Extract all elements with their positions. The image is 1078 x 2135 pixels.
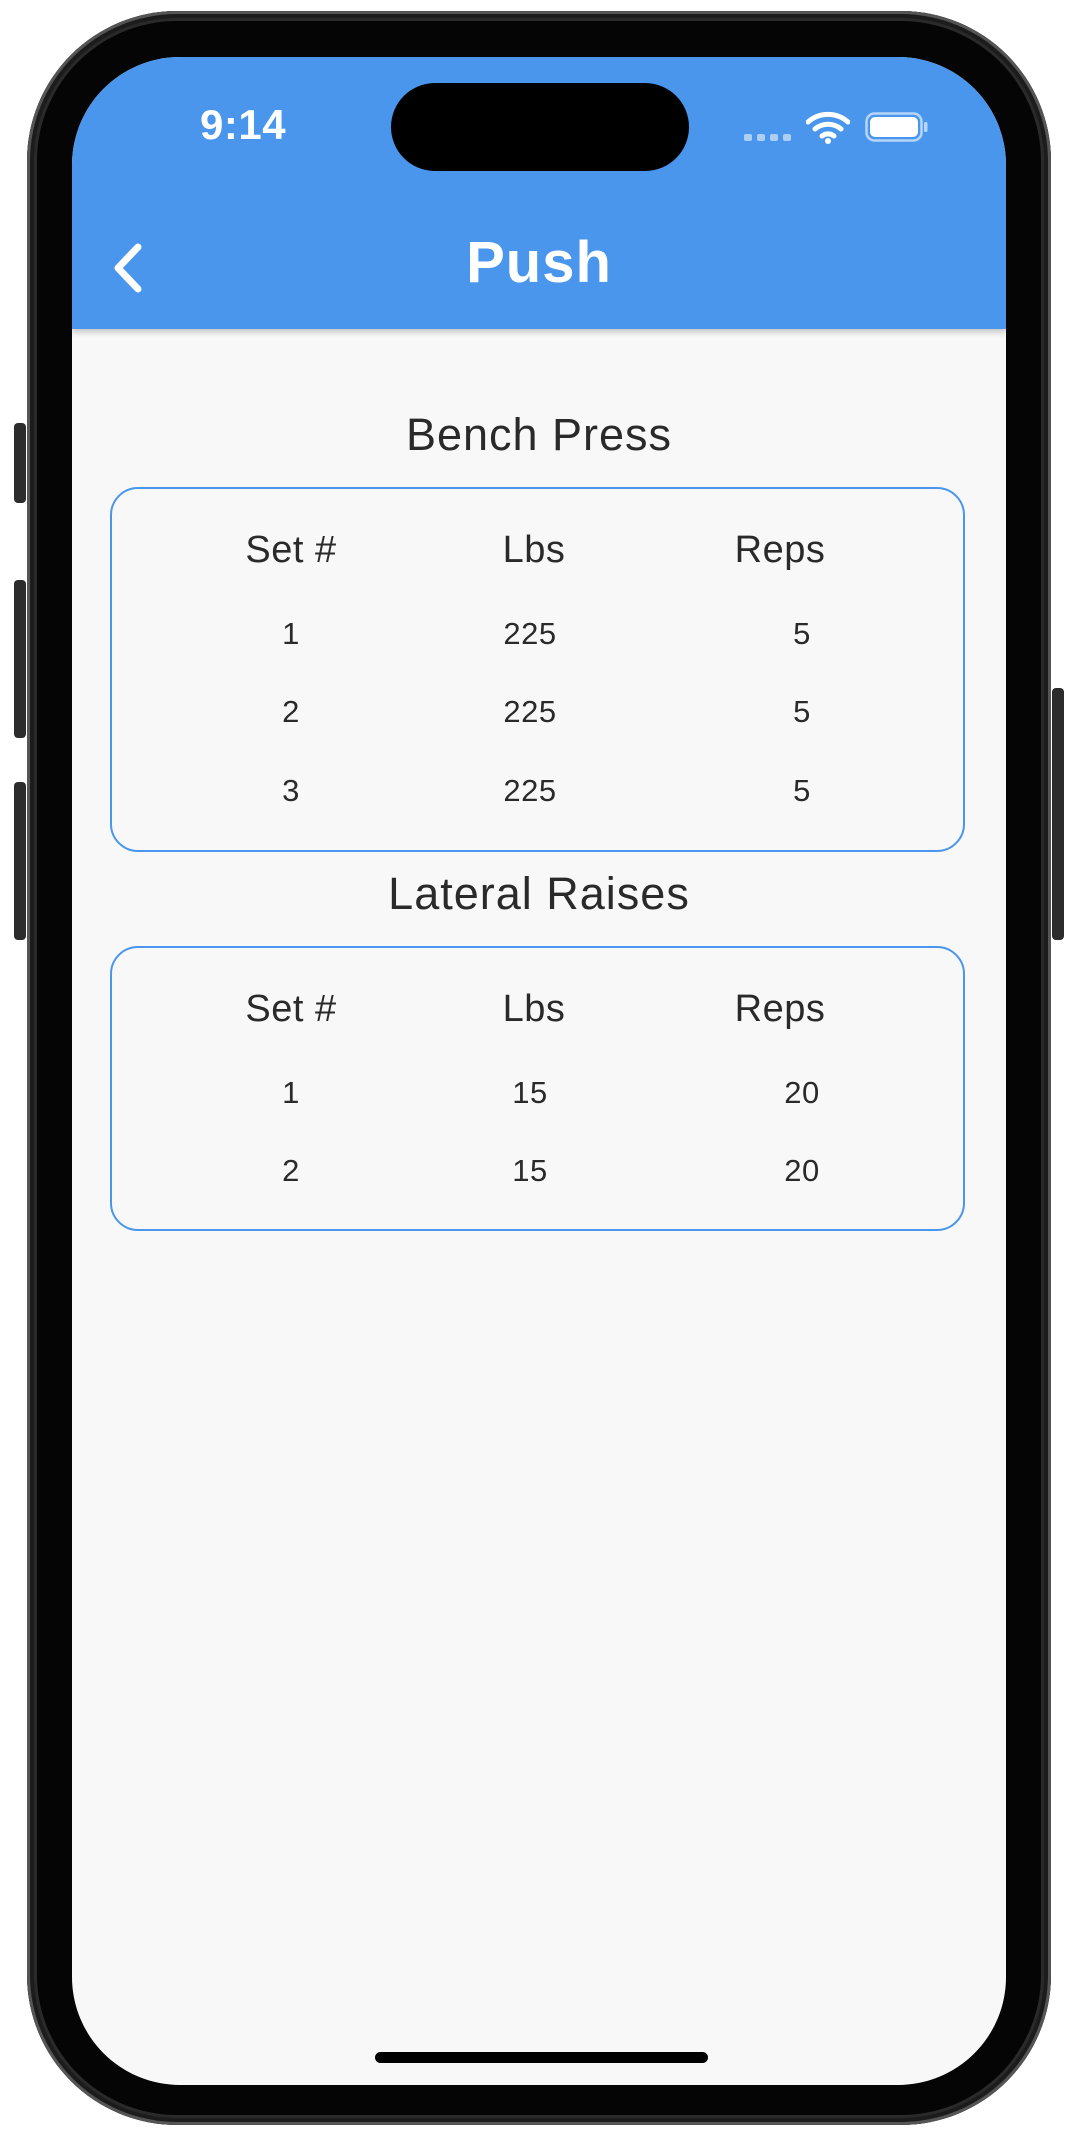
action-button — [14, 423, 26, 503]
column-header-reps: Reps — [734, 988, 826, 1030]
home-indicator[interactable] — [375, 2052, 708, 2063]
exercise-title: Lateral Raises — [388, 868, 690, 919]
column-header-set: Set # — [245, 529, 337, 571]
battery-icon — [865, 112, 928, 142]
set-number: 1 — [282, 1075, 300, 1110]
page-title: Push — [466, 230, 612, 295]
app-header: 9:14 Push — [72, 57, 1006, 329]
set-lbs: 15 — [512, 1075, 548, 1110]
volume-down-button — [14, 782, 26, 940]
volume-up-button — [14, 580, 26, 738]
set-number: 3 — [282, 773, 300, 808]
set-reps: 5 — [793, 616, 811, 651]
app-screen: 9:14 Push Bench Press Set # Lbs Reps 1 2… — [72, 57, 1006, 2085]
exercise-card-lateral-raises: Set # Lbs Reps 1 15 20 2 15 20 — [110, 946, 965, 1231]
status-time: 9:14 — [200, 101, 287, 148]
cellular-signal-icon — [744, 134, 791, 141]
wifi-icon — [806, 111, 850, 144]
exercise-title: Bench Press — [405, 409, 673, 460]
set-reps: 5 — [793, 773, 811, 808]
power-button — [1052, 688, 1064, 940]
column-header-set: Set # — [245, 988, 337, 1030]
set-lbs: 15 — [512, 1153, 548, 1188]
set-reps: 5 — [793, 694, 811, 729]
column-header-reps: Reps — [734, 529, 826, 571]
set-reps: 20 — [784, 1153, 820, 1188]
set-number: 2 — [282, 1153, 300, 1188]
set-number: 2 — [282, 694, 300, 729]
set-lbs: 225 — [503, 773, 557, 808]
set-reps: 20 — [784, 1075, 820, 1110]
exercise-card-bench-press: Set # Lbs Reps 1 225 5 2 225 5 3 225 5 — [110, 487, 965, 852]
column-header-lbs: Lbs — [502, 988, 566, 1030]
set-lbs: 225 — [503, 616, 557, 651]
set-number: 1 — [282, 616, 300, 651]
dynamic-island — [391, 83, 689, 171]
column-header-lbs: Lbs — [502, 529, 566, 571]
set-lbs: 225 — [503, 694, 557, 729]
